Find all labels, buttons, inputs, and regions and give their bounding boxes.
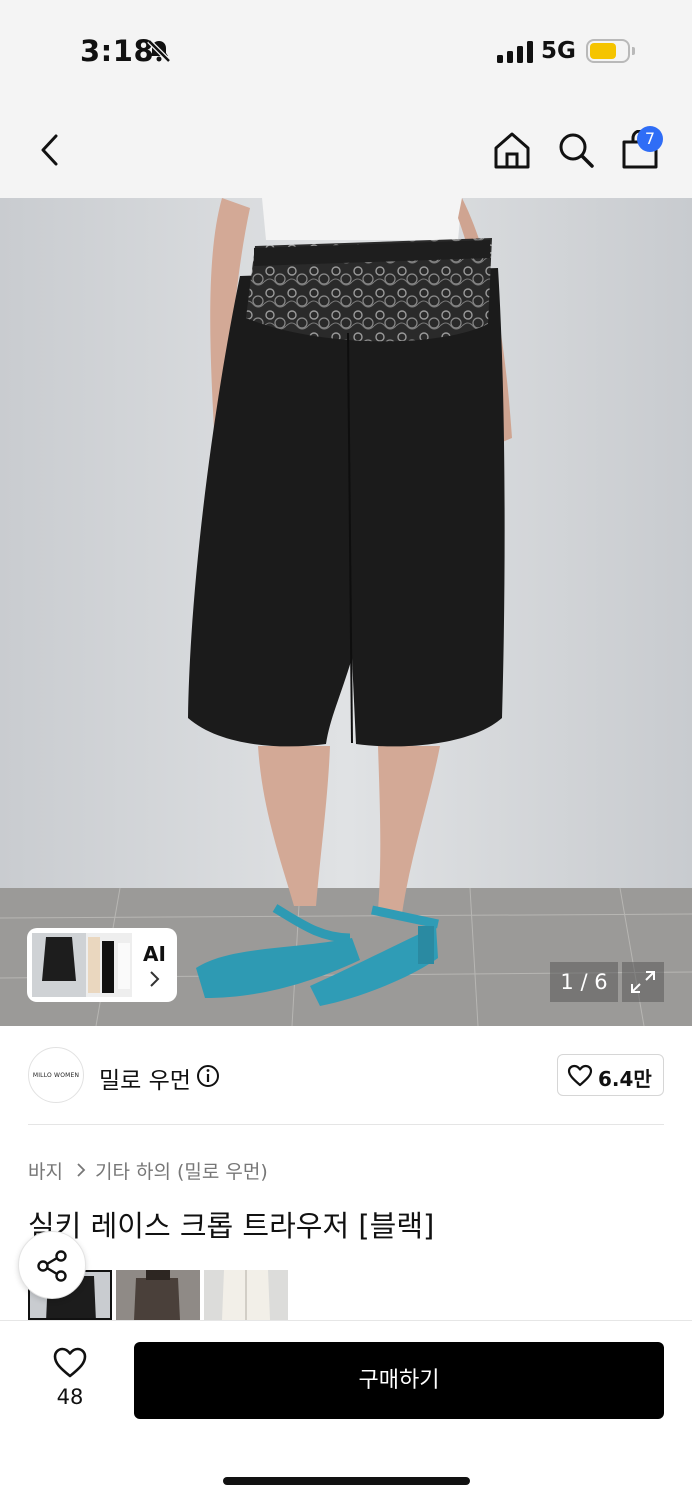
info-icon[interactable]: [196, 1064, 220, 1088]
network-label: 5G: [541, 38, 576, 64]
color-thumb-brown[interactable]: [116, 1270, 200, 1320]
buy-button[interactable]: 구매하기: [134, 1342, 664, 1419]
brand-logo[interactable]: MILLO WOMEN: [28, 1047, 84, 1103]
bell-slash-icon: [147, 39, 171, 63]
heart-icon: [567, 1064, 593, 1087]
share-button[interactable]: [18, 1231, 86, 1299]
share-icon: [37, 1250, 67, 1282]
status-time: 3:18: [80, 34, 155, 68]
wishlist-heart-icon[interactable]: [52, 1346, 88, 1380]
expand-icon: [631, 971, 655, 993]
breadcrumb-category[interactable]: 바지: [28, 1157, 63, 1184]
search-icon[interactable]: [556, 130, 596, 170]
back-chevron-icon[interactable]: [36, 132, 64, 168]
product-image[interactable]: [0, 198, 692, 1026]
product-title: 실키 레이스 크롭 트라우저 [블랙]: [28, 1209, 435, 1243]
battery-cap: [632, 47, 635, 55]
signal-icon: [497, 41, 533, 63]
image-page-indicator: 1 / 6: [550, 962, 618, 1002]
brand-like-count: 6.4만: [598, 1067, 652, 1091]
home-indicator: [223, 1477, 470, 1485]
cart-count-badge: 7: [637, 126, 663, 152]
battery-level: [590, 43, 616, 59]
chevron-right-icon: [77, 1163, 86, 1177]
section-divider: [28, 1124, 664, 1125]
color-thumb-white[interactable]: [204, 1270, 288, 1320]
home-icon[interactable]: [492, 130, 532, 170]
breadcrumb-subcategory[interactable]: 기타 하의 (밀로 우먼): [95, 1157, 268, 1184]
ai-thumbnail-collage: [32, 933, 132, 997]
wishlist-count: 48: [56, 1385, 84, 1409]
ai-label: AI: [143, 942, 166, 966]
brand-name[interactable]: 밀로 우먼: [99, 1061, 191, 1095]
chevron-right-icon: [150, 971, 160, 987]
expand-button[interactable]: [622, 962, 664, 1002]
battery-icon: [586, 39, 630, 63]
